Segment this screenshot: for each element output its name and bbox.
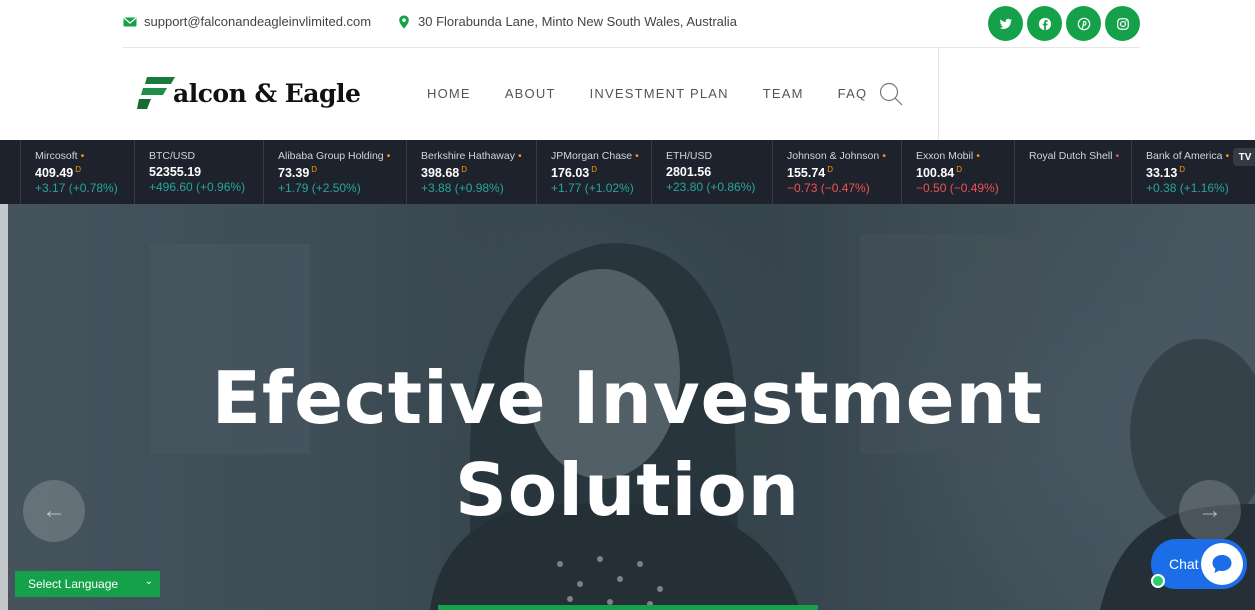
slider-next-button[interactable]: → (1179, 480, 1241, 542)
ticker-item-exxon-mobil[interactable]: Exxon Mobil • 100.84 D −0.50 (−0.49%) (901, 140, 999, 204)
envelope-icon (123, 15, 137, 29)
ticker-change: −0.73 (−0.47%) (787, 181, 870, 196)
stock-ticker: Mircosoft • 409.49 D +3.17 (+0.78%) BTC/US… (0, 140, 1255, 204)
ticker-price: 52355.19 (149, 165, 202, 179)
arrow-right-icon: → (1198, 497, 1222, 524)
ticker-change: +1.77 (+1.02%) (551, 181, 634, 196)
ticker-name: Royal Dutch Shell (1029, 150, 1113, 162)
ticker-name: JPMorgan Chase (551, 150, 633, 162)
hero-cta-strip[interactable] (438, 605, 818, 610)
ticker-price: 2801.56 (666, 165, 712, 179)
main-nav: HOME ABOUT INVESTMENT PLAN TEAM FAQ (427, 86, 901, 101)
nav-about[interactable]: ABOUT (505, 86, 556, 101)
address-text: 30 Florabunda Lane, Minto New South Wale… (418, 14, 737, 29)
tradingview-logo-icon[interactable]: TV (1233, 148, 1255, 166)
ticker-name: ETH/USD (666, 150, 713, 162)
ticker-item-btc-usd[interactable]: BTC/USD 52355.19 +496.60 (+0.96%) (134, 140, 245, 204)
nav-faq[interactable]: FAQ (838, 86, 868, 101)
header-divider (938, 48, 939, 140)
arrow-left-icon: ← (42, 497, 66, 524)
facebook-icon[interactable] (1027, 6, 1062, 41)
ticker-item-jpmorgan[interactable]: JPMorgan Chase • 176.03 D +1.77 (+1.02%) (536, 140, 639, 204)
chevron-down-icon: ⌄ (144, 576, 153, 587)
contact-email[interactable]: support@falconandeagleinvlimited.com (123, 14, 371, 29)
ticker-item-microsoft[interactable]: Mircosoft • 409.49 D +3.17 (+0.78%) (20, 140, 118, 204)
logo-text: alcon & Eagle (173, 78, 361, 108)
language-select[interactable]: Select Language ⌄ (15, 571, 160, 597)
online-status-indicator (1151, 574, 1165, 588)
ticker-change: +496.60 (+0.96%) (149, 180, 246, 194)
ticker-change: +23.80 (+0.86%) (666, 180, 756, 194)
nav-home[interactable]: HOME (427, 86, 471, 101)
hero-slider: Efective Investment Solution ← → (0, 204, 1255, 610)
top-contact-bar: support@falconandeagleinvlimited.com 30 … (0, 0, 1255, 48)
ticker-item-bank-of-america[interactable]: Bank of America • 33.13 D +0.38 (+1.16%) (1131, 140, 1229, 204)
ticker-name: BTC/USD (149, 150, 196, 162)
language-select-label: Select Language (28, 577, 119, 591)
chat-label: Chat (1169, 556, 1199, 572)
logo-mark-icon (137, 75, 177, 111)
hero-title-line-1: Efective Investment (211, 356, 1044, 440)
slider-prev-button[interactable]: ← (23, 480, 85, 542)
ticker-name: Johnson & Johnson (787, 150, 880, 162)
ticker-price: 176.03 (551, 166, 590, 181)
ticker-price: 409.49 (35, 166, 74, 181)
ticker-change: +0.38 (+1.16%) (1146, 181, 1229, 196)
ticker-name: Exxon Mobil (916, 150, 974, 162)
ticker-item-royal-dutch-shell[interactable]: Royal Dutch Shell • (1014, 140, 1119, 204)
chat-bubble-icon (1201, 543, 1243, 585)
ticker-change: +3.88 (+0.98%) (421, 181, 504, 196)
map-pin-icon (397, 15, 411, 29)
twitter-icon[interactable] (988, 6, 1023, 41)
hero-title-line-2: Solution (454, 448, 801, 532)
nav-investment-plan[interactable]: INVESTMENT PLAN (590, 86, 729, 101)
ticker-name: Bank of America (1146, 150, 1223, 162)
contact-address: 30 Florabunda Lane, Minto New South Wale… (397, 14, 737, 29)
ticker-price: 73.39 (278, 166, 310, 181)
pinterest-icon[interactable] (1066, 6, 1101, 41)
nav-team[interactable]: TEAM (763, 86, 804, 101)
ticker-price: 100.84 (916, 166, 955, 181)
ticker-change: +1.79 (+2.50%) (278, 181, 361, 196)
hero-title: Efective Investment Solution (0, 352, 1255, 536)
email-text: support@falconandeagleinvlimited.com (144, 14, 372, 29)
ticker-price: 398.68 (421, 166, 460, 181)
ticker-name: Alibaba Group Holding (278, 150, 384, 162)
ticker-item-alibaba[interactable]: Alibaba Group Holding • 73.39 D +1.79 (+2.… (263, 140, 390, 204)
ticker-price: 33.13 (1146, 166, 1178, 181)
instagram-icon[interactable] (1105, 6, 1140, 41)
ticker-change: −0.50 (−0.49%) (916, 181, 999, 196)
ticker-price: 155.74 (787, 166, 826, 181)
chat-widget-button[interactable]: Chat (1151, 539, 1247, 589)
ticker-name: Mircosoft (35, 150, 78, 162)
ticker-item-berkshire[interactable]: Berkshire Hathaway • 398.68 D +3.88 (+0.98… (406, 140, 522, 204)
ticker-change: +3.17 (+0.78%) (35, 181, 118, 196)
social-links (988, 6, 1140, 41)
site-header: alcon & Eagle HOME ABOUT INVESTMENT PLAN… (0, 48, 1255, 140)
ticker-name: Berkshire Hathaway (421, 150, 515, 162)
site-logo[interactable]: alcon & Eagle (137, 75, 361, 111)
ticker-item-eth-usd[interactable]: ETH/USD 2801.56 +23.80 (+0.86%) (651, 140, 755, 204)
ticker-item-johnson-johnson[interactable]: Johnson & Johnson • 155.74 D −0.73 (−0.47%… (772, 140, 886, 204)
search-icon[interactable] (878, 81, 904, 107)
